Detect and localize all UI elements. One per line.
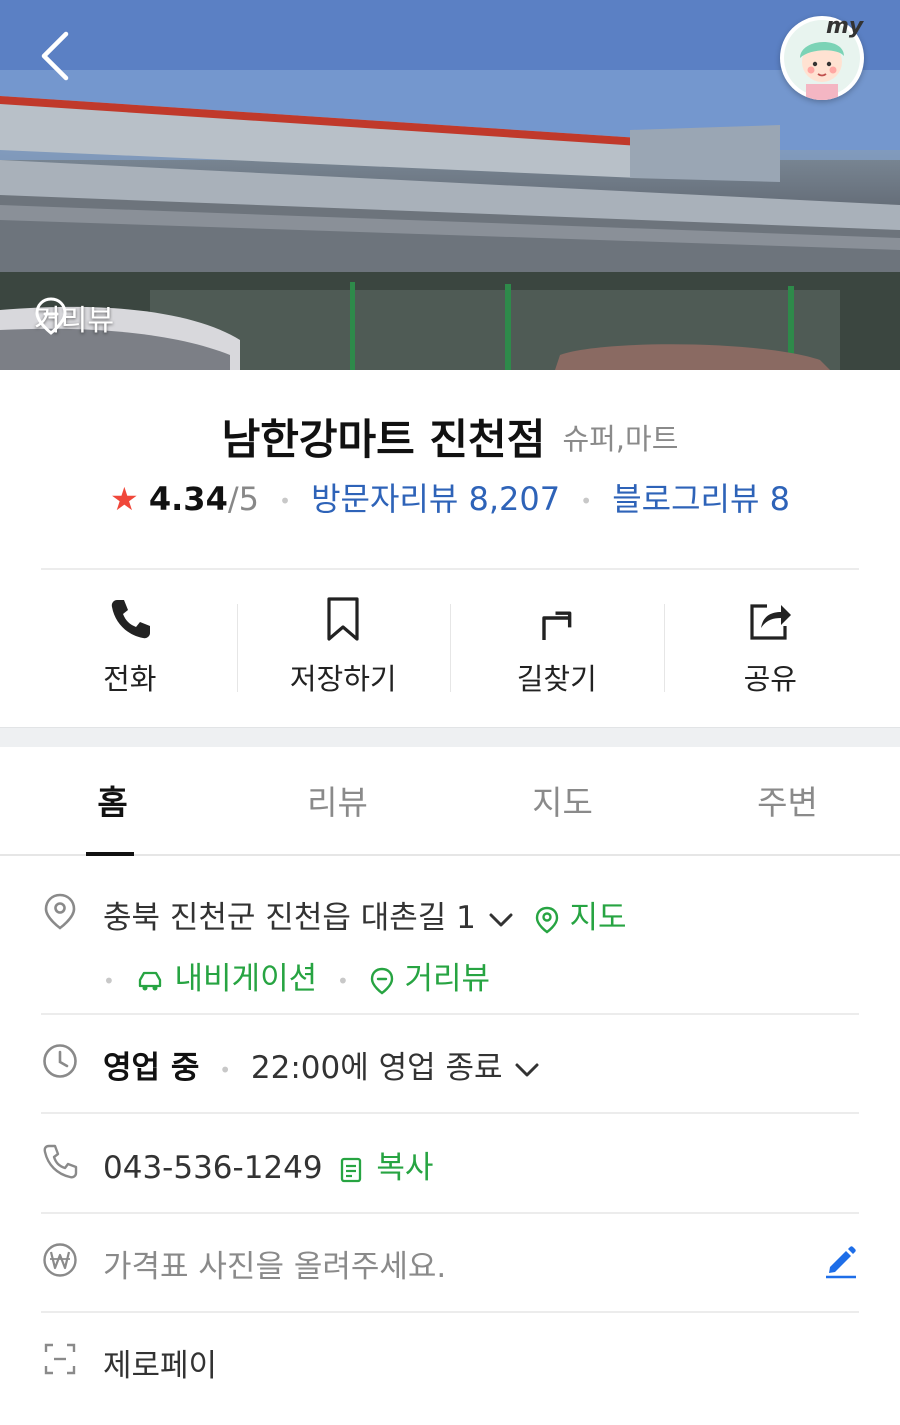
separator-dot: • [103,968,115,993]
directions-icon [542,611,572,640]
map-pin-icon [535,906,558,933]
location-pin-icon [44,893,76,930]
tab-bar: 홈 리뷰 지도 주변 [0,748,900,856]
address-row: 충북 진천군 진천읍 대촌길 1 지도 • 내비게이션 • 거리뷰 [41,892,859,997]
address-text[interactable]: 충북 진천군 진천읍 대촌길 1 [103,900,476,936]
map-link[interactable]: 지도 [534,900,627,936]
share-icon [750,604,792,640]
hours-status: 영업 중 [103,1050,200,1086]
separator-dot: • [580,489,593,513]
navigation-link[interactable]: 내비게이션 [135,961,327,997]
copy-button[interactable]: 복사 [338,1150,433,1186]
zeropay-label: 제로페이 [103,1348,218,1384]
visitor-reviews-link[interactable]: 방문자리뷰 8,207 [311,480,560,518]
bookmark-icon [327,597,359,641]
divider [41,1212,859,1214]
share-button[interactable]: 공유 [663,580,878,710]
section-separator [0,727,900,747]
my-badge-text: my [826,14,864,39]
share-label: 공유 [743,662,797,696]
rating-score: 4.34 [148,480,228,518]
phone-outline-icon [43,1144,78,1179]
divider [41,1013,859,1015]
hours-detail: 22:00에 영업 종료 [250,1050,503,1086]
streetview-chip[interactable]: 거리뷰 [34,296,114,340]
zeropay-row: 제로페이 [41,1340,859,1390]
blog-reviews-link[interactable]: 블로그리뷰 8 [612,480,790,518]
storefront-photo [0,0,900,370]
tab-nearby[interactable]: 주변 [675,748,900,854]
tab-home[interactable]: 홈 [0,748,225,854]
car-icon [138,971,161,990]
streetview-pin-icon [35,297,67,335]
separator-dot: • [279,489,291,513]
divider [41,1112,859,1114]
divider [41,1311,859,1313]
copy-icon [341,1157,362,1182]
chevron-down-icon[interactable] [486,905,516,935]
separator-dot: • [336,968,349,993]
edit-pencil-icon[interactable] [823,1243,859,1279]
call-label: 전화 [103,662,157,696]
phone-number[interactable]: 043-536-1249 [103,1150,323,1186]
scan-icon [44,1343,76,1375]
chevron-down-icon[interactable] [512,1055,542,1085]
tab-map[interactable]: 지도 [450,748,675,854]
star-icon: ★ [110,480,139,518]
won-icon [43,1243,77,1277]
price-row[interactable]: 가격표 사진을 올려주세요. [41,1241,859,1291]
streetview-link-label: 거리뷰 [404,961,491,997]
map-link-label: 지도 [569,900,627,936]
phone-icon [111,600,150,639]
separator-dot: • [219,1057,232,1082]
action-bar: 전화 저장하기 길찾기 공유 [23,580,877,710]
hours-row[interactable]: 영업 중 • 22:00에 영업 종료 [41,1042,859,1092]
save-button[interactable]: 저장하기 [236,580,451,710]
place-summary: 남한강마트 진천점 슈퍼,마트 ★ 4.34/5 • 방문자리뷰 8,207 •… [0,370,900,570]
clock-icon [43,1044,77,1078]
phone-row: 043-536-1249 복사 [41,1142,859,1192]
navigation-link-label: 내비게이션 [174,961,318,997]
place-category: 슈퍼,마트 [562,421,679,456]
directions-label: 길찾기 [516,662,597,696]
save-label: 저장하기 [289,662,397,696]
rating-row: ★ 4.34/5 • 방문자리뷰 8,207 • 블로그리뷰 8 [0,474,900,520]
hero-photo[interactable]: my 거리뷰 [0,0,900,370]
back-button[interactable] [28,26,88,86]
streetview-pin-icon [370,967,393,994]
call-button[interactable]: 전화 [23,580,237,710]
divider [41,568,859,570]
chevron-left-icon [41,31,69,81]
directions-button[interactable]: 길찾기 [450,580,664,710]
price-placeholder: 가격표 사진을 올려주세요. [103,1249,447,1285]
place-title: 남한강마트 진천점 [221,415,546,464]
tab-reviews[interactable]: 리뷰 [225,748,450,854]
streetview-link[interactable]: 거리뷰 [369,961,490,997]
copy-label: 복사 [376,1150,434,1186]
rating-max: /5 [227,480,259,518]
